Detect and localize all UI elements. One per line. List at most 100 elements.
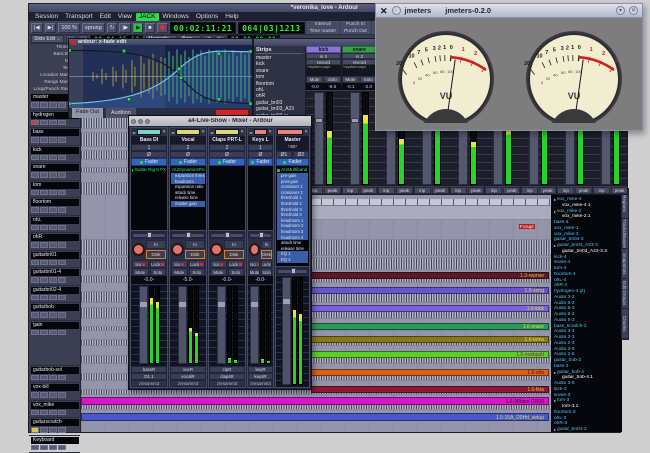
meter-point-button[interactable]: inp [414, 187, 431, 194]
input-monitor-button[interactable]: In [261, 240, 272, 249]
output-routing-button[interactable]: D1.1 [131, 373, 167, 380]
strip-name[interactable]: Vocal [170, 136, 206, 144]
processor-box[interactable]: Guitar Rig 5 FX [131, 166, 167, 230]
strip-name[interactable]: Keys L [248, 136, 273, 144]
lock-button[interactable]: Lock [228, 260, 245, 268]
maximize-icon[interactable] [145, 119, 150, 124]
track-mute-button[interactable] [40, 295, 48, 301]
mixer-titlebar[interactable]: a4-Live-Show - Mixer - Ardour [129, 116, 311, 126]
audio-region[interactable]: 1.3-reprise [311, 272, 549, 279]
track-record-button[interactable] [31, 312, 39, 318]
track-solo-button[interactable] [49, 295, 57, 301]
minimize-icon[interactable] [138, 119, 143, 124]
track-header[interactable]: gain [29, 321, 80, 366]
gain-display[interactable]: -0.0- [131, 276, 167, 284]
sidebar-tab[interactable]: Tracks/Busses [622, 219, 628, 249]
track-mute-button[interactable] [40, 375, 48, 381]
track-name[interactable]: Keyboard [31, 437, 79, 444]
strip-close-icon[interactable]: ✕ [304, 129, 308, 135]
strip-comment[interactable]: */system:capt [306, 65, 341, 76]
strip-name-button[interactable]: snare [342, 46, 377, 53]
track-name[interactable]: guitarbri01 [31, 252, 79, 259]
track-name[interactable]: ohR [31, 234, 79, 241]
disk-monitor-button[interactable]: Disk [261, 250, 272, 259]
mute-button[interactable]: Mute [210, 268, 227, 276]
track-header[interactable]: guitarbob-sol [29, 366, 80, 384]
track-record-button[interactable] [31, 392, 39, 398]
strip-name[interactable]: Bass DI [131, 136, 167, 144]
fader-mode-button[interactable]: Fader [209, 158, 245, 166]
mute-button[interactable]: Mute [342, 76, 359, 83]
isolate-button[interactable]: Iso [210, 260, 227, 268]
track-record-button[interactable] [31, 172, 39, 178]
track-mute-button[interactable] [40, 410, 48, 416]
track-mute-button[interactable] [40, 155, 48, 161]
record-arm-button[interactable] [249, 243, 260, 256]
processor-box[interactable] [209, 166, 245, 230]
strip-comment[interactable]: */system:capt [342, 65, 377, 76]
input-monitor-button[interactable]: In [146, 240, 166, 249]
track-mute-button[interactable] [40, 120, 48, 126]
record-arm-button[interactable] [132, 243, 145, 256]
track-header[interactable]: ohR [29, 233, 80, 251]
gain-display[interactable]: -5.0- [170, 276, 206, 284]
track-header[interactable]: tom [29, 181, 80, 199]
record-arm-button[interactable] [210, 243, 223, 256]
mute-button[interactable]: Mute [171, 268, 188, 276]
primary-clock[interactable]: 00:02:11:21 [170, 22, 236, 34]
phase-button[interactable]: Ø [248, 151, 273, 158]
track-mute-button[interactable] [40, 207, 48, 213]
track-record-button[interactable] [31, 410, 39, 416]
menu-item[interactable]: View [115, 13, 135, 21]
phase-2-button[interactable]: Ø2 [293, 151, 309, 158]
track-record-button[interactable] [31, 120, 39, 126]
strip-input-button[interactable]: 2 [209, 144, 245, 151]
comment-button[interactable]: zresamm3 [209, 380, 245, 387]
phase-button[interactable]: Ø [131, 151, 167, 158]
track-header[interactable]: kick [29, 146, 80, 164]
output-button[interactable]: bassR [131, 366, 167, 373]
strip-color-button[interactable] [215, 129, 239, 135]
track-mute-button[interactable] [40, 190, 48, 196]
track-name[interactable]: guitarbri02-4 [31, 287, 79, 294]
track-edit-button[interactable] [58, 277, 66, 283]
track-mute-button[interactable] [40, 427, 48, 433]
fader-handle[interactable] [218, 302, 225, 307]
peak-reset-button[interactable]: peak [575, 187, 592, 194]
menu-item[interactable]: Session [32, 13, 61, 21]
output-routing-button[interactable]: vocalR [170, 373, 206, 380]
pan-slider[interactable] [170, 230, 206, 239]
audio-region[interactable]: 1.6-song [311, 287, 549, 294]
meter-point-button[interactable]: inp [593, 187, 610, 194]
plugin-name[interactable]: Guitar Rig 5 FX [134, 167, 166, 173]
expand-arrow-icon[interactable]: ▸ [554, 197, 556, 202]
mute-button[interactable]: Mute [306, 76, 323, 83]
pan-slider[interactable] [248, 230, 273, 239]
pan-handle[interactable] [259, 232, 264, 238]
track-record-button[interactable] [31, 375, 39, 381]
meter-point-button[interactable]: inp [485, 187, 502, 194]
close-icon[interactable] [131, 119, 136, 124]
peak-reset-button[interactable]: peak [396, 187, 413, 194]
track-mute-button[interactable] [40, 172, 48, 178]
track-mute-button[interactable] [40, 392, 48, 398]
gain-display[interactable]: -0.0- [248, 276, 273, 284]
menu-item[interactable]: JACK [136, 13, 159, 21]
fader[interactable] [217, 286, 226, 364]
output-routing-button[interactable]: clapsR [209, 373, 245, 380]
track-solo-button[interactable] [49, 445, 57, 451]
track-solo-button[interactable] [49, 190, 57, 196]
track-solo-button[interactable] [49, 330, 57, 336]
fader[interactable] [139, 286, 148, 364]
track-edit-button[interactable] [58, 260, 66, 266]
track-edit-button[interactable] [58, 225, 66, 231]
track-name[interactable]: tom [31, 182, 79, 189]
fade-out-tab[interactable]: Fade Out [72, 108, 103, 118]
track-solo-button[interactable] [49, 207, 57, 213]
expand-arrow-icon[interactable]: ▸ [554, 370, 556, 375]
window-menu-button[interactable]: ◦ [392, 6, 401, 15]
isolate-button[interactable]: Iso [249, 260, 260, 268]
track-name[interactable]: ohL [31, 217, 79, 224]
solo-button[interactable]: Solo [228, 268, 245, 276]
solo-button[interactable]: Solo [189, 268, 206, 276]
